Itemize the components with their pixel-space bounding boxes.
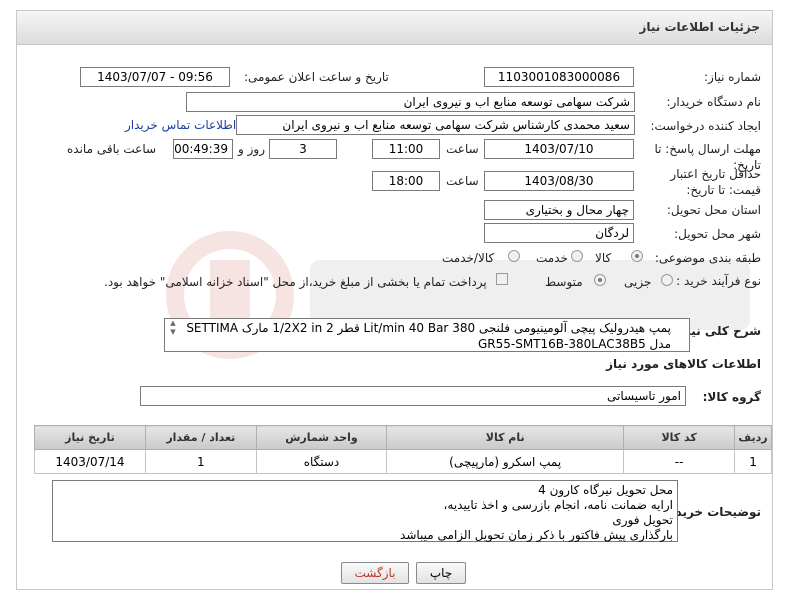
deadline-time-field: 11:00: [372, 139, 440, 159]
cell-name: پمپ اسکرو (مارپیچی): [386, 449, 625, 474]
cell-code: --: [623, 449, 736, 474]
buyer-label: نام دستگاه خریدار:: [666, 95, 762, 109]
description-scrollbar[interactable]: ▲ ▼: [165, 319, 181, 351]
col-code: کد کالا: [623, 425, 736, 450]
table-row: 1 -- پمپ اسکرو (مارپیچی) دستگاه 1 1403/0…: [34, 449, 772, 474]
notes-line: بارگذاری پیش فاکتور با ذکر زمان تحویل ال…: [400, 528, 673, 542]
category-goods-radio[interactable]: [631, 250, 643, 262]
col-date: تاریخ نیاز: [34, 425, 146, 450]
deadline-date-field: 1403/07/10: [484, 139, 634, 159]
category-label: طبقه بندی موضوعی:: [654, 251, 761, 265]
category-service-radio[interactable]: [571, 250, 583, 262]
price-time-label: ساعت: [446, 174, 479, 188]
cell-date: 1403/07/14: [34, 449, 146, 474]
creator-label: ایجاد کننده درخواست:: [650, 119, 761, 133]
city-field: لردگان: [484, 223, 634, 243]
cell-row: 1: [734, 449, 772, 474]
notes-line: تحویل فوری: [612, 513, 673, 527]
panel-header: جزئیات اطلاعات نیاز: [17, 11, 772, 45]
col-qty: تعداد / مقدار: [144, 425, 257, 450]
remaining-label: ساعت باقی مانده: [67, 142, 157, 156]
price-time-field: 18:00: [372, 171, 440, 191]
buyer-field: شرکت سهامی توسعه منابع اب و نیروی ایران: [186, 92, 635, 112]
announce-field: 1403/07/07 - 09:56: [80, 67, 230, 87]
creator-field: سعید محمدی کارشناس شرکت سهامی توسعه مناب…: [236, 115, 635, 135]
goods-group-label: گروه کالا:: [702, 390, 761, 404]
page-title: جزئیات اطلاعات نیاز: [639, 20, 760, 34]
goods-group-field: امور تاسیساتی: [140, 386, 686, 406]
price-date-field: 1403/08/30: [484, 171, 634, 191]
notes-line: محل تحویل نیرگاه کارون 4: [538, 483, 673, 497]
treasury-checkbox[interactable]: [496, 273, 508, 285]
days-label: روز و: [238, 142, 265, 156]
city-label: شهر محل تحویل:: [674, 227, 761, 241]
process-medium-radio[interactable]: [594, 274, 606, 286]
description-text: پمپ هیدرولیک پیچی آلومینیومی فلنجی 380 L…: [186, 321, 671, 351]
process-minor-label: جزیی: [624, 275, 652, 289]
col-name: نام کالا: [386, 425, 625, 450]
category-goods-label: کالا: [595, 251, 612, 265]
need-number-label: شماره نیاز:: [704, 70, 761, 84]
category-both-radio[interactable]: [508, 250, 520, 262]
need-number-field: 1103001083000086: [484, 67, 634, 87]
process-label: نوع فرآیند خرید :: [676, 274, 761, 288]
goods-table: ردیف کد کالا نام کالا واحد شمارش تعداد /…: [34, 425, 772, 474]
deadline-time-label: ساعت: [446, 142, 479, 156]
category-service-label: خدمت: [536, 251, 568, 265]
days-field: 3: [269, 139, 337, 159]
col-row: ردیف: [734, 425, 772, 450]
back-button[interactable]: بازگشت: [341, 562, 409, 584]
process-medium-label: متوسط: [545, 275, 583, 289]
description-textarea[interactable]: پمپ هیدرولیک پیچی آلومینیومی فلنجی 380 L…: [164, 318, 690, 352]
announce-label: تاریخ و ساعت اعلان عمومی:: [244, 70, 389, 84]
print-button[interactable]: چاپ: [416, 562, 466, 584]
cell-qty: 1: [144, 449, 257, 474]
category-both-label: کالا/خدمت: [442, 251, 495, 265]
notes-box: محل تحویل نیرگاه کارون 4 ارایه ضمانت نام…: [52, 480, 678, 542]
notes-line: ارایه ضمانت نامه، انجام بازرسی و اخذ تای…: [443, 498, 673, 512]
price-validity-label: حداقل تاریخ اعتبار قیمت: تا تاریخ:: [670, 167, 761, 197]
process-minor-radio[interactable]: [661, 274, 673, 286]
treasury-text: پرداخت تمام یا بخشی از مبلغ خرید،از محل …: [104, 275, 487, 289]
col-unit: واحد شمارش: [255, 425, 388, 450]
scroll-down-icon[interactable]: ▼: [165, 328, 181, 337]
scroll-up-icon[interactable]: ▲: [165, 319, 181, 328]
province-label: استان محل تحویل:: [666, 203, 761, 217]
buyer-contact-link[interactable]: اطلاعات تماس خریدار: [125, 118, 236, 132]
province-field: چهار محال و بختیاری: [484, 200, 634, 220]
goods-section-title: اطلاعات کالاهای مورد نیاز: [606, 357, 761, 371]
cell-unit: دستگاه: [255, 449, 388, 474]
goods-table-header: ردیف کد کالا نام کالا واحد شمارش تعداد /…: [34, 425, 772, 450]
remaining-time-field: 00:49:39: [173, 139, 233, 159]
